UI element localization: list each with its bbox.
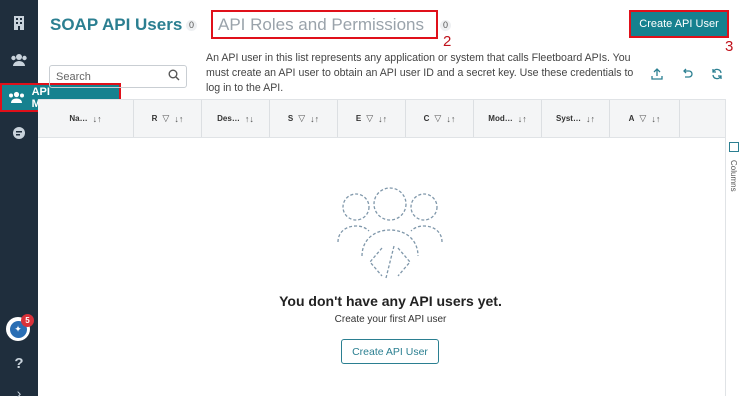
roles-count-badge: 0 (440, 20, 452, 31)
filter-icon: ▽ (639, 113, 647, 123)
column-label: Mod… (488, 114, 513, 123)
empty-state-title: You don't have any API users yet. (279, 293, 502, 309)
empty-state-subtitle: Create your first API user (334, 314, 447, 325)
filter-icon: ▽ (162, 113, 170, 123)
tab-soap-api-users[interactable]: SOAP API Users (50, 15, 182, 35)
column-header-modified[interactable]: Mod… ↓↑ (474, 100, 542, 137)
building-icon[interactable] (0, 10, 38, 36)
search-icon (168, 69, 180, 84)
column-label: Syst… (556, 114, 581, 123)
sort-icon: ↑↓ (244, 113, 254, 124)
chat-icon[interactable] (0, 120, 38, 146)
annotation-3: 3 (725, 38, 734, 55)
sort-icon: ↓↑ (378, 113, 388, 124)
column-label: R (151, 114, 158, 123)
tab-api-roles-permissions[interactable]: API Roles and Permissions (211, 10, 438, 39)
column-label: Des… (217, 114, 240, 123)
column-label: A (628, 114, 635, 123)
tab-label: API Roles and Permissions (218, 14, 424, 34)
column-label: C (423, 114, 430, 123)
empty-users-illustration (337, 187, 443, 279)
column-header-e[interactable]: E ▽ ↓↑ (338, 100, 406, 137)
sort-icon: ↓↑ (585, 113, 595, 124)
column-header-system[interactable]: Syst… ↓↑ (542, 100, 610, 137)
description-text: An API user in this list represents any … (206, 52, 634, 94)
column-header-a[interactable]: A ▽ ↓↑ (610, 100, 680, 137)
annotation-2: 2 (443, 33, 452, 50)
column-label: S (287, 114, 294, 123)
api-users-icon (2, 91, 32, 104)
export-icon[interactable] (651, 68, 663, 83)
filter-icon: ▽ (298, 113, 306, 123)
column-label: E (355, 114, 362, 123)
sidebar: ✦ ? › (0, 0, 38, 401)
sort-icon: ↓↑ (446, 113, 456, 124)
sort-icon: ↓↑ (651, 113, 661, 124)
column-header-c[interactable]: C ▽ ↓↑ (406, 100, 474, 137)
search-placeholder: Search (56, 70, 91, 83)
column-label: Na… (69, 114, 88, 123)
column-header-r[interactable]: R ▽ ↓↑ (134, 100, 202, 137)
column-header-name[interactable]: Na… ↓↑ (38, 100, 134, 137)
sort-icon: ↓↑ (174, 113, 184, 124)
filter-icon: ▽ (434, 113, 442, 123)
users-count-badge: 0 (186, 20, 198, 31)
search-input[interactable]: Search (49, 65, 187, 88)
sort-icon: ↓↑ (517, 113, 527, 124)
column-header-s[interactable]: S ▽ ↓↑ (270, 100, 338, 137)
undo-icon[interactable] (681, 68, 693, 83)
table-header: Na… ↓↑ R ▽ ↓↑ Des… ↑↓ S ▽ ↓↑ E ▽ ↓↑ C ▽ ↓↑ Mod… ↓↑ … (38, 99, 725, 138)
sort-icon: ↓↑ (310, 113, 320, 124)
users-icon[interactable] (0, 47, 38, 73)
columns-icon (729, 142, 739, 152)
refresh-icon[interactable] (711, 68, 723, 83)
columns-label: Columns (729, 160, 738, 192)
sort-icon: ↓↑ (92, 113, 102, 124)
chevron-right-icon[interactable]: › (0, 380, 38, 406)
create-api-user-button[interactable]: Create API User (629, 10, 729, 38)
filter-icon: ▽ (366, 113, 374, 123)
help-icon[interactable]: ? (0, 350, 38, 376)
column-header-description[interactable]: Des… ↑↓ (202, 100, 270, 137)
create-api-user-empty-button[interactable]: Create API User (341, 339, 439, 364)
